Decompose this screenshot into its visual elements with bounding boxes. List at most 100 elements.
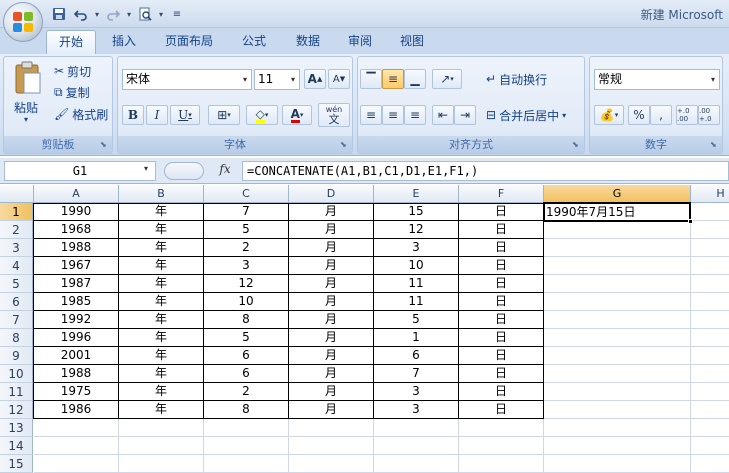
cell-h15[interactable] bbox=[691, 455, 729, 473]
cell-e12[interactable]: 3 bbox=[374, 401, 459, 419]
cell-d14[interactable] bbox=[289, 437, 374, 455]
cell-f15[interactable] bbox=[459, 455, 544, 473]
comma-button[interactable]: , bbox=[650, 105, 672, 125]
cell-e6[interactable]: 11 bbox=[374, 293, 459, 311]
cell-h2[interactable] bbox=[691, 221, 729, 239]
tab-insert[interactable]: 插入 bbox=[102, 30, 146, 54]
cell-e11[interactable]: 3 bbox=[374, 383, 459, 401]
row-header-4[interactable]: 4 bbox=[0, 257, 33, 275]
cell-g9[interactable] bbox=[544, 347, 691, 365]
cell-b8[interactable]: 年 bbox=[119, 329, 204, 347]
cell-a5[interactable]: 1987 bbox=[34, 275, 119, 293]
paste-button[interactable]: 粘贴 ▾ bbox=[10, 61, 46, 127]
cell-d11[interactable]: 月 bbox=[289, 383, 374, 401]
cell-f12[interactable]: 日 bbox=[459, 401, 544, 419]
cell-g15[interactable] bbox=[544, 455, 691, 473]
cell-f11[interactable]: 日 bbox=[459, 383, 544, 401]
align-top-icon[interactable]: ▔ bbox=[360, 69, 382, 89]
cell-e1[interactable]: 15 bbox=[374, 203, 459, 221]
underline-button[interactable]: U ▾ bbox=[170, 105, 200, 125]
cell-h12[interactable] bbox=[691, 401, 729, 419]
row-header-6[interactable]: 6 bbox=[0, 293, 33, 311]
row-header-9[interactable]: 9 bbox=[0, 347, 33, 365]
font-launcher-icon[interactable]: ⬊ bbox=[340, 140, 350, 150]
cell-b4[interactable]: 年 bbox=[119, 257, 204, 275]
cell-g4[interactable] bbox=[544, 257, 691, 275]
row-header-11[interactable]: 11 bbox=[0, 383, 33, 401]
cell-c6[interactable]: 10 bbox=[204, 293, 289, 311]
copy-button[interactable]: ⧉ 复制 bbox=[54, 82, 90, 102]
cell-d13[interactable] bbox=[289, 419, 374, 437]
decrease-indent-icon[interactable]: ⇤ bbox=[432, 105, 454, 125]
cell-a7[interactable]: 1992 bbox=[34, 311, 119, 329]
cell-f10[interactable]: 日 bbox=[459, 365, 544, 383]
cell-a14[interactable] bbox=[34, 437, 119, 455]
cell-d10[interactable]: 月 bbox=[289, 365, 374, 383]
cell-e13[interactable] bbox=[374, 419, 459, 437]
cell-g13[interactable] bbox=[544, 419, 691, 437]
cell-f2[interactable]: 日 bbox=[459, 221, 544, 239]
number-format-select[interactable]: 常规 ▾ bbox=[594, 69, 720, 90]
formula-bar-separator[interactable] bbox=[164, 162, 204, 180]
cell-a10[interactable]: 1988 bbox=[34, 365, 119, 383]
align-bottom-icon[interactable]: ▁ bbox=[404, 69, 426, 89]
cell-a4[interactable]: 1967 bbox=[34, 257, 119, 275]
cell-b6[interactable]: 年 bbox=[119, 293, 204, 311]
cell-e3[interactable]: 3 bbox=[374, 239, 459, 257]
cell-c8[interactable]: 5 bbox=[204, 329, 289, 347]
row-header-10[interactable]: 10 bbox=[0, 365, 33, 383]
cell-f7[interactable]: 日 bbox=[459, 311, 544, 329]
cell-g3[interactable] bbox=[544, 239, 691, 257]
cell-c7[interactable]: 8 bbox=[204, 311, 289, 329]
cell-c14[interactable] bbox=[204, 437, 289, 455]
cell-e8[interactable]: 1 bbox=[374, 329, 459, 347]
cell-g8[interactable] bbox=[544, 329, 691, 347]
name-box[interactable]: G1 bbox=[4, 161, 156, 181]
cell-c9[interactable]: 6 bbox=[204, 347, 289, 365]
borders-button[interactable]: ⊞ ▾ bbox=[208, 105, 240, 125]
cell-a11[interactable]: 1975 bbox=[34, 383, 119, 401]
cell-f9[interactable]: 日 bbox=[459, 347, 544, 365]
row-header-12[interactable]: 12 bbox=[0, 401, 33, 419]
insert-function-button[interactable]: fx bbox=[214, 162, 236, 180]
cell-a2[interactable]: 1968 bbox=[34, 221, 119, 239]
cell-f8[interactable]: 日 bbox=[459, 329, 544, 347]
worksheet-grid[interactable]: A B C D E F G H 1 1990 年 7 月 15 日 2 1968 年 5 月 12 日 3 1988 年 2 月 3 日… bbox=[0, 185, 729, 473]
cell-e15[interactable] bbox=[374, 455, 459, 473]
row-header-8[interactable]: 8 bbox=[0, 329, 33, 347]
cell-h8[interactable] bbox=[691, 329, 729, 347]
cell-c4[interactable]: 3 bbox=[204, 257, 289, 275]
cell-d7[interactable]: 月 bbox=[289, 311, 374, 329]
cell-a6[interactable]: 1985 bbox=[34, 293, 119, 311]
cell-h7[interactable] bbox=[691, 311, 729, 329]
cell-d2[interactable]: 月 bbox=[289, 221, 374, 239]
cell-b1[interactable]: 年 bbox=[119, 203, 204, 221]
shrink-font-button[interactable]: A ▼ bbox=[328, 69, 350, 89]
tab-review[interactable]: 审阅 bbox=[338, 30, 382, 54]
cell-b7[interactable]: 年 bbox=[119, 311, 204, 329]
font-size-select[interactable]: 11 ▾ bbox=[254, 69, 300, 90]
percent-button[interactable]: % bbox=[628, 105, 650, 125]
cell-h4[interactable] bbox=[691, 257, 729, 275]
cell-b11[interactable]: 年 bbox=[119, 383, 204, 401]
row-header-5[interactable]: 5 bbox=[0, 275, 33, 293]
cell-h11[interactable] bbox=[691, 383, 729, 401]
cell-g10[interactable] bbox=[544, 365, 691, 383]
align-left-icon[interactable]: ≡ bbox=[360, 105, 382, 125]
column-header-c[interactable]: C bbox=[204, 185, 289, 203]
alignment-launcher-icon[interactable]: ⬊ bbox=[572, 140, 582, 150]
cell-b15[interactable] bbox=[119, 455, 204, 473]
cell-g7[interactable] bbox=[544, 311, 691, 329]
cell-e4[interactable]: 10 bbox=[374, 257, 459, 275]
cell-g6[interactable] bbox=[544, 293, 691, 311]
grow-font-button[interactable]: A ▲ bbox=[304, 69, 326, 89]
cell-c5[interactable]: 12 bbox=[204, 275, 289, 293]
column-header-e[interactable]: E bbox=[374, 185, 459, 203]
cell-f1[interactable]: 日 bbox=[459, 203, 544, 221]
row-header-2[interactable]: 2 bbox=[0, 221, 33, 239]
cell-e5[interactable]: 11 bbox=[374, 275, 459, 293]
wrap-text-button[interactable]: ↵ 自动换行 bbox=[486, 69, 547, 89]
column-header-g[interactable]: G bbox=[544, 185, 691, 203]
cell-h1[interactable] bbox=[691, 203, 729, 221]
font-name-select[interactable]: 宋体 ▾ bbox=[122, 69, 252, 90]
